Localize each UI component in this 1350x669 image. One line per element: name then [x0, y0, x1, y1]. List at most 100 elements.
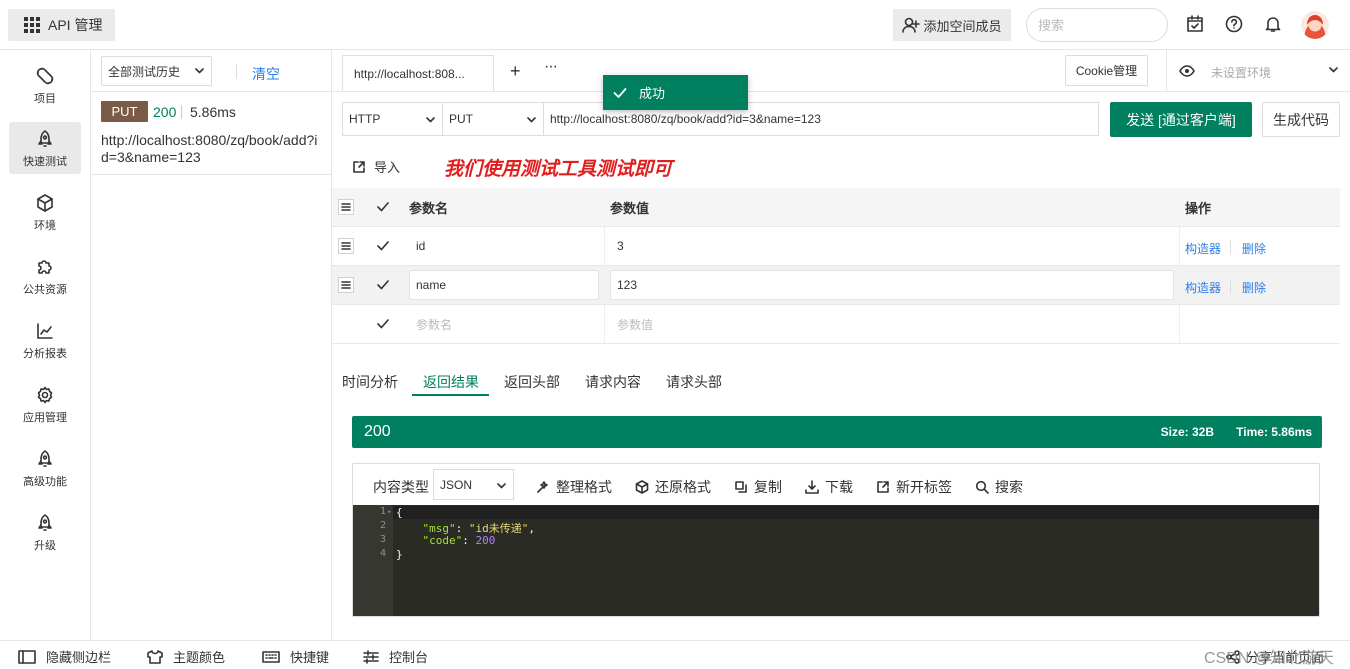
divider [91, 91, 332, 92]
tab-time-analysis[interactable]: 时间分析 [342, 372, 398, 392]
row-check-icon[interactable] [376, 278, 390, 292]
response-time: 5.86ms [190, 104, 236, 120]
nav-item-label: 快速测试 [23, 156, 67, 168]
bulk-edit-icon[interactable] [338, 199, 354, 215]
divider [91, 174, 332, 175]
format-button[interactable]: 整理格式 [536, 477, 612, 497]
success-toast: 成功 [603, 75, 748, 110]
table-row: id 3 构造器 删除 [332, 227, 1340, 266]
app-title: API 管理 [48, 17, 103, 33]
row-check-icon[interactable] [376, 239, 390, 253]
drag-handle-icon[interactable] [338, 277, 354, 293]
delete-link[interactable]: 删除 [1242, 279, 1266, 296]
more-tabs-button[interactable]: ··· [544, 58, 558, 76]
active-tab-underline [412, 394, 489, 396]
code-editor[interactable]: 1 ▾ 2 3 4 { "msg": "id未传递", "code": 200 … [353, 505, 1319, 616]
gear-icon [37, 386, 53, 404]
method-select[interactable]: PUT [442, 102, 544, 136]
download-button[interactable]: 下载 [805, 477, 853, 497]
bell-icon[interactable] [1264, 15, 1282, 33]
environment-select[interactable]: 未设置环境 [1211, 64, 1271, 81]
theme-color-button[interactable]: 主题颜色 [147, 647, 225, 666]
code-line: { [396, 506, 403, 519]
search-icon [975, 480, 989, 494]
tab-request-body[interactable]: 请求内容 [585, 372, 641, 392]
nav-item-project[interactable]: 项目 [9, 59, 81, 111]
param-value-input[interactable]: 3 [610, 231, 1174, 261]
generate-code-button[interactable]: 生成代码 [1262, 102, 1340, 137]
table-row: name 123 构造器 删除 [332, 266, 1340, 305]
history-url: http://localhost:8080/zq/book/add?id=3&n… [101, 132, 318, 165]
nav-item-upgrade[interactable]: 升级 [9, 506, 81, 558]
send-button[interactable]: 发送 [通过客户端] [1110, 102, 1252, 137]
help-icon[interactable] [1225, 15, 1243, 33]
drag-handle-icon[interactable] [338, 238, 354, 254]
open-new-tab-button[interactable]: 新开标签 [876, 477, 952, 497]
add-member-label: 添加空间成员 [923, 18, 1002, 34]
nav-item-label: 公共资源 [23, 284, 67, 296]
hide-sidebar-button[interactable]: 隐藏侧边栏 [18, 647, 111, 666]
content-type-select[interactable]: JSON [433, 469, 514, 500]
check-all-icon[interactable] [376, 200, 390, 214]
clear-history-link[interactable]: 清空 [252, 64, 280, 84]
row-check-icon[interactable] [376, 317, 390, 331]
protocol-select[interactable]: HTTP [342, 102, 443, 136]
console-button[interactable]: 控制台 [363, 647, 428, 666]
import-button[interactable]: 导入 [352, 157, 400, 176]
nav-item-public-resources[interactable]: 公共资源 [9, 250, 81, 302]
content-type-value: JSON [440, 477, 473, 492]
check-icon [613, 87, 627, 98]
tab-request-headers[interactable]: 请求头部 [666, 372, 722, 392]
history-filter-select[interactable]: 全部测试历史 [101, 56, 212, 86]
chart-icon [37, 323, 53, 339]
add-tab-button[interactable]: + [510, 61, 521, 82]
external-link-icon [877, 481, 889, 493]
response-time: Time: 5.86ms [1236, 425, 1312, 439]
history-panel: 全部测试历史 清空 PUT 200 5.86ms http://localhos… [91, 50, 332, 640]
nav-item-label: 分析报表 [23, 348, 67, 360]
app-menu-button[interactable]: API 管理 [8, 9, 115, 41]
add-member-button[interactable]: 添加空间成员 [893, 9, 1011, 41]
nav-item-quick-test[interactable]: 快速测试 [9, 122, 81, 174]
nav-item-label: 应用管理 [23, 412, 67, 424]
code-line: } [396, 548, 403, 561]
divider [236, 64, 237, 79]
format-label: 整理格式 [556, 479, 612, 495]
chevron-down-icon[interactable] [1329, 67, 1338, 73]
hide-sidebar-label: 隐藏侧边栏 [46, 650, 112, 665]
search-input[interactable] [1026, 8, 1168, 42]
param-value-input[interactable]: 123 [610, 270, 1174, 300]
shortcuts-button[interactable]: 快捷键 [262, 647, 329, 666]
nav-item-label: 高级功能 [23, 476, 67, 488]
fold-icon[interactable]: ▾ [387, 508, 391, 516]
eye-icon[interactable] [1179, 65, 1195, 77]
tab-response-headers[interactable]: 返回头部 [504, 372, 560, 392]
protocol-value: HTTP [349, 112, 381, 126]
chevron-down-icon [195, 68, 204, 74]
nav-item-advanced[interactable]: 高级功能 [9, 442, 81, 494]
builder-link[interactable]: 构造器 [1185, 279, 1221, 296]
param-name-input[interactable]: 参数名 [409, 309, 599, 339]
param-name-input[interactable]: id [409, 231, 599, 261]
rocket-icon [38, 450, 52, 467]
restore-format-button[interactable]: 还原格式 [635, 477, 711, 497]
delete-link[interactable]: 删除 [1242, 240, 1266, 257]
copy-button[interactable]: 复制 [734, 477, 782, 497]
calendar-check-icon[interactable] [1186, 15, 1204, 33]
divider [1166, 50, 1167, 92]
divider [332, 91, 1350, 92]
nav-item-analytics[interactable]: 分析报表 [9, 314, 81, 366]
nav-item-environment[interactable]: 环境 [9, 186, 81, 238]
request-tab[interactable]: http://localhost:808... [342, 55, 494, 92]
tab-response-body[interactable]: 返回结果 [423, 372, 479, 392]
response-status-code: 200 [364, 423, 391, 440]
search-button[interactable]: 搜索 [975, 477, 1023, 497]
cookie-manager-button[interactable]: Cookie管理 [1065, 55, 1148, 86]
param-value-input[interactable]: 参数值 [610, 309, 1174, 339]
builder-link[interactable]: 构造器 [1185, 240, 1221, 257]
console-label: 控制台 [389, 650, 429, 665]
param-name-input[interactable]: name [409, 270, 599, 300]
line-number: 1 [379, 506, 386, 517]
nav-item-app-management[interactable]: 应用管理 [9, 378, 81, 430]
avatar[interactable] [1301, 11, 1329, 39]
